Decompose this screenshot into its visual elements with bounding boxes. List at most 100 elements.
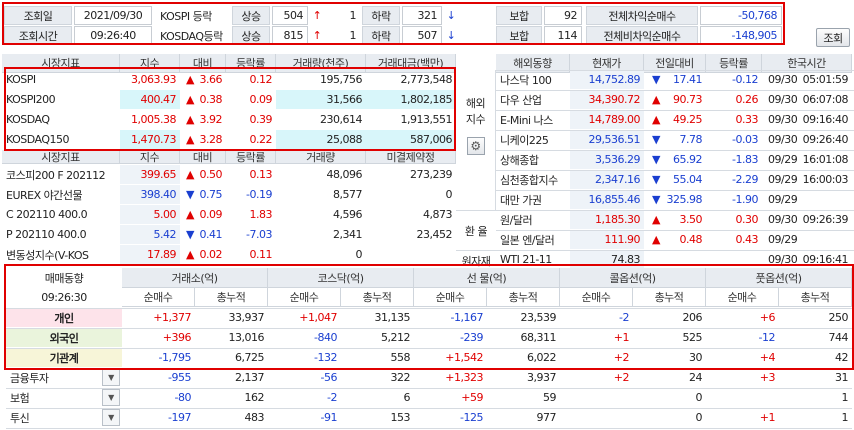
cumulative-value: 206 (682, 311, 703, 324)
world-row-name[interactable]: 니케이225 (496, 130, 570, 149)
cumulative-value: 6,725 (235, 351, 265, 364)
trade-sub-net: 순매수 (268, 288, 341, 307)
world-row-name[interactable]: 상해종합 (496, 150, 570, 169)
world-rate: -2.29 (732, 173, 758, 186)
investor-name[interactable]: 투신 (6, 408, 102, 427)
world-row-name[interactable]: 나스닥 100 (496, 70, 570, 89)
cumulative-value: 1 (841, 411, 849, 424)
up-triangle-icon: ▲ (652, 93, 660, 106)
net-buy-value: +1 (613, 331, 630, 344)
world-diff: 7.78 (679, 133, 703, 146)
world-time: 05:01:59 (802, 73, 849, 86)
world-row-name[interactable]: 심천종합지수 (496, 170, 570, 189)
derivative-rate: -0.19 (246, 188, 272, 201)
net-buy-value: +3 (759, 371, 776, 384)
derivative-volume: 2,341 (333, 228, 363, 241)
grid-line (6, 348, 852, 349)
world-row-name[interactable]: E-Mini 나스 (496, 110, 570, 129)
top-bar: 조회일 2021/09/30 조회시간 09:26:40 KOSPI 등락 상승 5… (0, 0, 854, 47)
cumulative-value: 525 (682, 331, 703, 344)
derivative-rate: 0.11 (249, 248, 273, 261)
trade-group-header: 콜옵션(억) (560, 268, 706, 288)
cumulative-value: 68,311 (520, 331, 557, 344)
trade-sub-cum: 총누적 (341, 288, 414, 307)
gear-icon[interactable]: ⚙ (466, 137, 485, 155)
market-diff: 3.66 (199, 73, 223, 86)
market-rate: 0.12 (249, 73, 273, 86)
world-row-name[interactable]: 일본 엔/달러 (496, 230, 570, 249)
date-label: 조회일 (4, 6, 72, 25)
up-arrow-icon: ↑ (312, 29, 322, 42)
world-price: 34,390.72 (570, 90, 644, 109)
world-row-name[interactable]: 대만 가권 (496, 190, 570, 209)
derivative-open-interest: 273,239 (410, 168, 453, 181)
market-label: KOSDAQ등락 (160, 29, 223, 43)
market-label: KOSPI 등락 (160, 9, 212, 23)
derivative-row-name[interactable]: 코스피200 F 202112 (2, 165, 120, 184)
derivative-row-name[interactable]: 변동성지수(V-KOS (2, 245, 120, 264)
flat-count: 114 (544, 26, 582, 45)
grid-line (6, 368, 852, 369)
arbitrage-value: -50,768 (700, 6, 782, 25)
derivative-row-name[interactable]: P 202110 400.0 (2, 225, 120, 244)
derivative-diff: 0.02 (199, 248, 223, 261)
net-buy-value: +1,542 (445, 351, 483, 364)
investor-name[interactable]: 기관계 (6, 348, 122, 367)
world-price: 111.90 (570, 230, 644, 249)
market-diff: 0.38 (199, 93, 223, 106)
market-header2: 대비 (180, 150, 226, 164)
cumulative-value: 0 (695, 411, 703, 424)
world-rate: -0.03 (732, 133, 758, 146)
investor-name[interactable]: 보험 (6, 388, 102, 407)
flat-label: 보합 (496, 6, 542, 25)
net-buy-value: +6 (759, 311, 776, 324)
net-buy-value: -1,167 (450, 311, 484, 324)
trade-sub-cum: 총누적 (195, 288, 268, 307)
chevron-down-icon[interactable]: ▼ (102, 409, 120, 426)
market-volume: 195,756 (320, 73, 363, 86)
derivative-diff: 0.75 (199, 188, 223, 201)
market-volume: 230,614 (320, 113, 363, 126)
market-row-name[interactable]: KOSDAQ (2, 110, 120, 129)
investor-name[interactable]: 외국인 (6, 328, 122, 347)
grid-line (496, 230, 854, 231)
market-row-name[interactable]: KOSPI (2, 70, 120, 89)
market-row-name[interactable]: KOSDAQ150 (2, 130, 120, 149)
cumulative-value: 977 (536, 411, 557, 424)
investor-name[interactable]: 개인 (6, 308, 122, 327)
world-row-name[interactable]: 다우 산업 (496, 90, 570, 109)
cumulative-value: 13,016 (228, 331, 265, 344)
market-index: 1,005.38 (131, 113, 176, 126)
market-amount: 1,913,551 (400, 113, 453, 126)
derivative-row-name[interactable]: EUREX 야간선물 (2, 185, 120, 204)
market-row-name[interactable]: KOSPI200 (2, 90, 120, 109)
down-count: 321 (402, 6, 442, 25)
chevron-down-icon[interactable]: ▼ (102, 389, 120, 406)
up-triangle-icon: ▲ (652, 233, 660, 246)
world-date: 09/30 (768, 213, 798, 226)
world-diff: 55.04 (673, 173, 703, 186)
chevron-down-icon[interactable]: ▼ (102, 369, 120, 386)
world-rate: 0.30 (735, 213, 759, 226)
down-arrow-icon: ↓ (446, 9, 456, 22)
derivative-diff: 0.50 (199, 168, 223, 181)
market-rate: 0.09 (249, 93, 273, 106)
net-buy-value: -125 (460, 411, 483, 424)
fx-label: 환 율 (456, 210, 496, 250)
market-volume: 31,566 (276, 90, 366, 109)
grid-line (6, 308, 852, 309)
derivative-rate: 1.83 (249, 208, 273, 221)
world-diff: 0.48 (679, 233, 703, 246)
derivative-volume: 4,596 (333, 208, 363, 221)
grid-line (6, 408, 852, 409)
net-buy-value: -2 (619, 311, 629, 324)
date-field[interactable]: 2021/09/30 (74, 6, 152, 25)
trade-sub-net: 순매수 (706, 288, 779, 307)
derivative-row-name[interactable]: C 202110 400.0 (2, 205, 120, 224)
world-date: 09/29 (768, 153, 798, 166)
investor-name[interactable]: 금융투자 (6, 368, 102, 387)
query-button[interactable]: 조회 (816, 28, 850, 47)
world-row-name[interactable]: 원/달러 (496, 210, 570, 229)
trade-sub-net: 순매수 (122, 288, 195, 307)
net-buy-value (706, 388, 779, 407)
